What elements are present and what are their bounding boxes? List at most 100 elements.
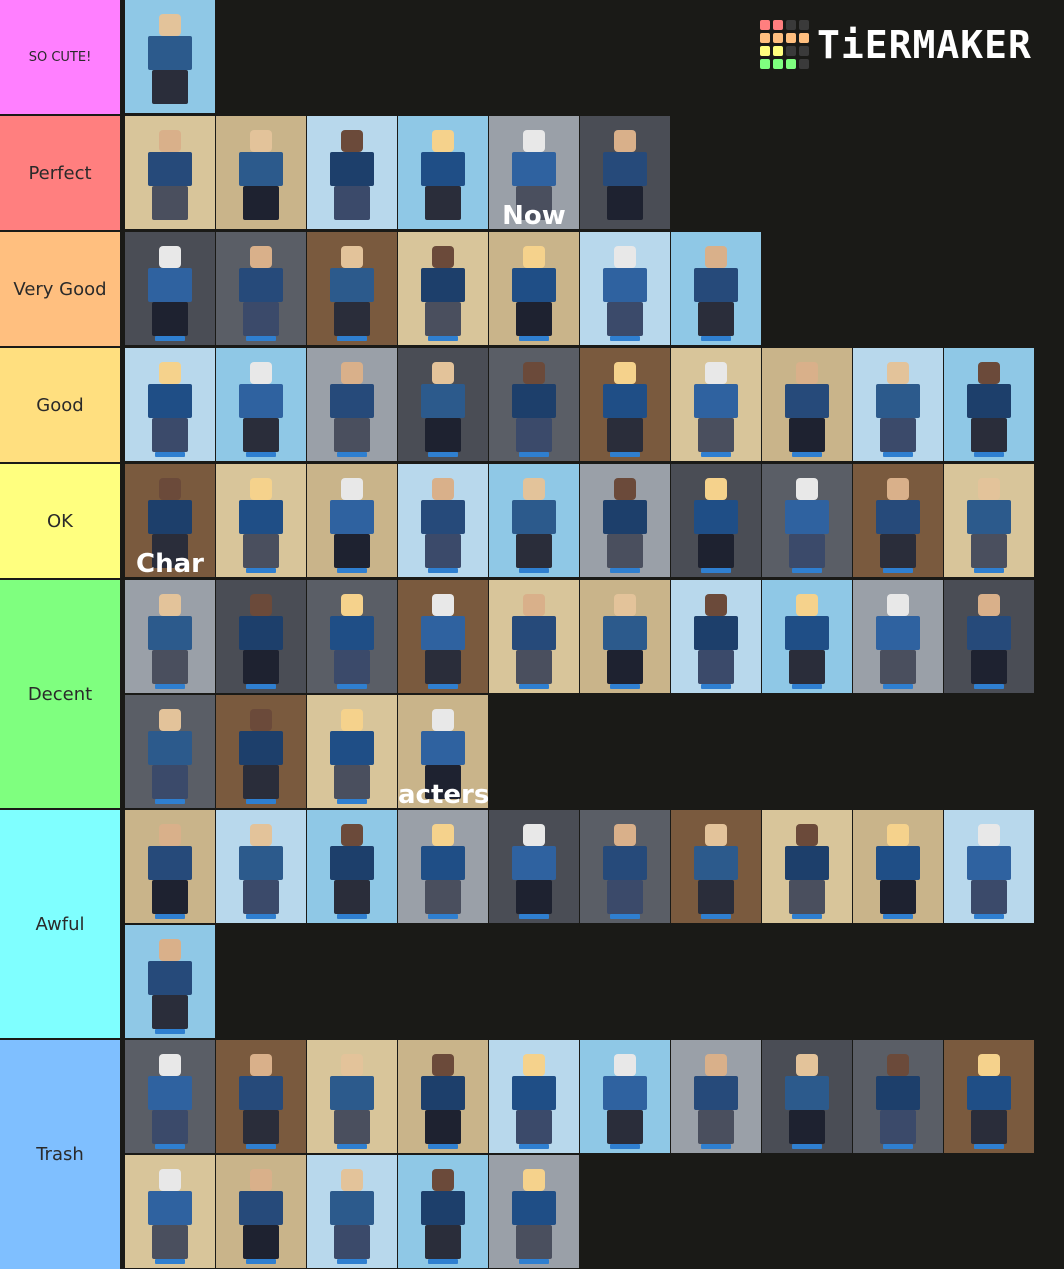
character-card[interactable]: Char (125, 464, 216, 577)
character-card[interactable] (489, 232, 580, 345)
character-card[interactable] (398, 1155, 489, 1268)
character-card[interactable] (489, 810, 580, 923)
character-torso (512, 846, 556, 880)
character-card[interactable] (125, 810, 216, 923)
character-card[interactable] (307, 695, 398, 808)
character-torso (785, 384, 829, 418)
toggle-team-badge (246, 568, 276, 573)
character-card[interactable] (307, 580, 398, 693)
character-card[interactable] (762, 464, 853, 577)
character-torso (239, 1076, 283, 1110)
character-head (341, 594, 363, 616)
character-card[interactable] (762, 1040, 853, 1153)
character-card[interactable] (398, 580, 489, 693)
character-card[interactable] (671, 1040, 762, 1153)
tier-label[interactable]: OK (0, 464, 122, 578)
character-card[interactable] (398, 232, 489, 345)
character-card[interactable] (398, 1040, 489, 1153)
character-card[interactable] (762, 580, 853, 693)
character-card[interactable] (580, 580, 671, 693)
character-card[interactable] (853, 1040, 944, 1153)
toggle-team-badge (155, 1029, 185, 1034)
character-card[interactable] (944, 464, 1035, 577)
character-card[interactable] (944, 810, 1035, 923)
character-card[interactable] (125, 925, 216, 1038)
character-card[interactable] (853, 348, 944, 461)
character-card[interactable] (125, 1040, 216, 1153)
character-card[interactable] (307, 348, 398, 461)
character-card[interactable] (398, 348, 489, 461)
character-card[interactable] (216, 464, 307, 577)
character-card[interactable] (489, 1040, 580, 1153)
character-card[interactable] (489, 464, 580, 577)
character-card[interactable] (671, 810, 762, 923)
character-head (159, 362, 181, 384)
character-head (250, 1169, 272, 1191)
tier-row-ok: OK Char (0, 464, 1064, 578)
character-card[interactable] (762, 810, 853, 923)
tier-label[interactable]: Trash (0, 1040, 122, 1269)
character-card[interactable] (580, 232, 671, 345)
character-card[interactable] (671, 348, 762, 461)
tier-label[interactable]: SO CUTE! (0, 0, 122, 114)
character-card[interactable] (671, 464, 762, 577)
character-head (978, 478, 1000, 500)
character-card[interactable] (307, 1040, 398, 1153)
toggle-team-badge (428, 684, 458, 689)
character-card[interactable] (216, 232, 307, 345)
character-card[interactable] (216, 810, 307, 923)
character-card[interactable] (398, 810, 489, 923)
character-torso (512, 1191, 556, 1225)
character-card[interactable] (307, 116, 398, 229)
character-card[interactable] (762, 348, 853, 461)
character-card[interactable] (216, 580, 307, 693)
character-card[interactable] (944, 348, 1035, 461)
character-card[interactable] (580, 116, 671, 229)
tier-label[interactable]: Awful (0, 810, 122, 1038)
character-card[interactable] (853, 580, 944, 693)
character-card[interactable]: Now (489, 116, 580, 229)
character-card[interactable] (125, 1155, 216, 1268)
character-card[interactable] (944, 1040, 1035, 1153)
character-card[interactable] (307, 232, 398, 345)
tier-items (122, 232, 1064, 346)
character-card[interactable] (489, 580, 580, 693)
tier-row-so-cute: SO CUTE! (0, 0, 1064, 114)
character-card[interactable] (853, 810, 944, 923)
character-card[interactable] (216, 695, 307, 808)
character-card[interactable] (307, 810, 398, 923)
tier-label[interactable]: Very Good (0, 232, 122, 346)
tier-label[interactable]: Decent (0, 580, 122, 808)
character-legs (334, 186, 370, 220)
character-card[interactable] (125, 232, 216, 345)
character-card[interactable] (853, 464, 944, 577)
character-card[interactable] (307, 1155, 398, 1268)
character-card[interactable] (125, 116, 216, 229)
character-card[interactable] (125, 0, 216, 113)
character-card[interactable] (216, 348, 307, 461)
character-card[interactable] (216, 116, 307, 229)
character-card[interactable] (307, 464, 398, 577)
tier-label[interactable]: Perfect (0, 116, 122, 230)
character-card[interactable] (489, 348, 580, 461)
character-card[interactable] (580, 1040, 671, 1153)
character-card[interactable] (944, 580, 1035, 693)
character-card[interactable] (580, 348, 671, 461)
character-card[interactable] (671, 580, 762, 693)
character-card[interactable]: acters (398, 695, 489, 808)
character-head (614, 1054, 636, 1076)
character-card[interactable] (216, 1040, 307, 1153)
character-card[interactable] (580, 464, 671, 577)
character-head (432, 1054, 454, 1076)
character-card[interactable] (398, 116, 489, 229)
character-card[interactable] (671, 232, 762, 345)
character-card[interactable] (125, 580, 216, 693)
character-card[interactable] (216, 1155, 307, 1268)
character-card[interactable] (489, 1155, 580, 1268)
character-legs (152, 186, 188, 220)
character-card[interactable] (125, 348, 216, 461)
character-card[interactable] (125, 695, 216, 808)
tier-label[interactable]: Good (0, 348, 122, 462)
character-card[interactable] (398, 464, 489, 577)
character-card[interactable] (580, 810, 671, 923)
